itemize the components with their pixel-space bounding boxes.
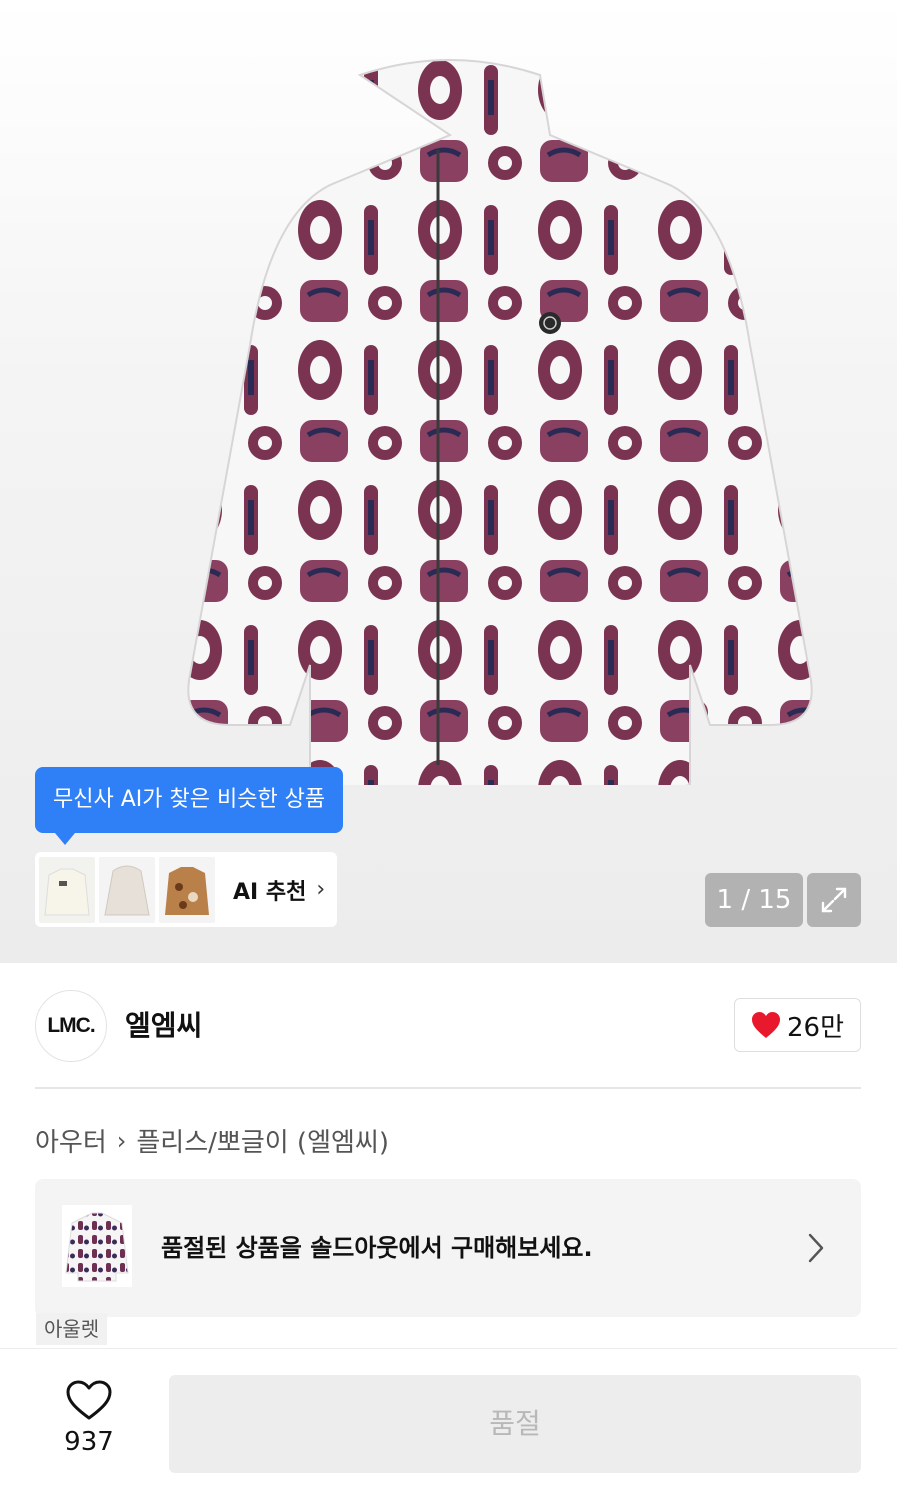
brand-row: LMC. 엘엠씨 26만 [35, 990, 861, 1062]
ai-recommend-strip[interactable]: AI 추천 › [35, 852, 337, 927]
soldout-purchase-button[interactable]: 품절 [169, 1375, 861, 1473]
chevron-right-icon: › [316, 877, 326, 902]
brand-like-button[interactable]: 26만 [734, 998, 861, 1052]
breadcrumb: 아우터 › 플리스/뽀글이 (엘엠씨) [35, 1122, 389, 1159]
product-image-gallery[interactable]: 무신사 AI가 찾은 비슷한 상품 AI 추천 › 1 / 15 [0, 0, 897, 963]
image-counter: 1 / 15 [705, 873, 803, 927]
ai-rec-thumb-2[interactable] [99, 856, 155, 923]
ai-similar-tooltip[interactable]: 무신사 AI가 찾은 비슷한 상품 [35, 767, 344, 845]
wishlist-count: 937 [64, 1427, 114, 1457]
ai-rec-thumb-1[interactable] [39, 856, 95, 923]
heart-outline-icon [66, 1380, 112, 1420]
brand-name[interactable]: 엘엠씨 [125, 990, 202, 1062]
chevron-right-icon [808, 1233, 824, 1263]
brand-logo[interactable]: LMC. [35, 990, 107, 1062]
chevron-right-icon: › [116, 1126, 127, 1155]
wishlist-button[interactable]: 937 [48, 1379, 130, 1457]
breadcrumb-subcategory[interactable]: 플리스/뽀글이 (엘엠씨) [136, 1122, 389, 1159]
breadcrumb-category[interactable]: 아우터 [35, 1122, 107, 1159]
bottom-action-bar: 937 품절 [0, 1348, 897, 1500]
ai-rec-label: AI 추천 [233, 879, 307, 905]
expand-button[interactable] [807, 873, 861, 927]
soldout-banner-text: 품절된 상품을 솔드아웃에서 구매해보세요. [161, 1234, 593, 1262]
heart-filled-icon [751, 1012, 780, 1038]
ai-rec-thumb-3[interactable] [159, 856, 215, 923]
brand-like-count: 26만 [786, 1012, 844, 1043]
outlet-tag: 아울렛 [36, 1313, 108, 1345]
soldout-thumb [62, 1205, 132, 1287]
product-image [187, 59, 813, 785]
soldout-banner[interactable]: 품절된 상품을 솔드아웃에서 구매해보세요. [35, 1179, 861, 1317]
expand-icon [821, 887, 847, 913]
divider [35, 1087, 861, 1089]
